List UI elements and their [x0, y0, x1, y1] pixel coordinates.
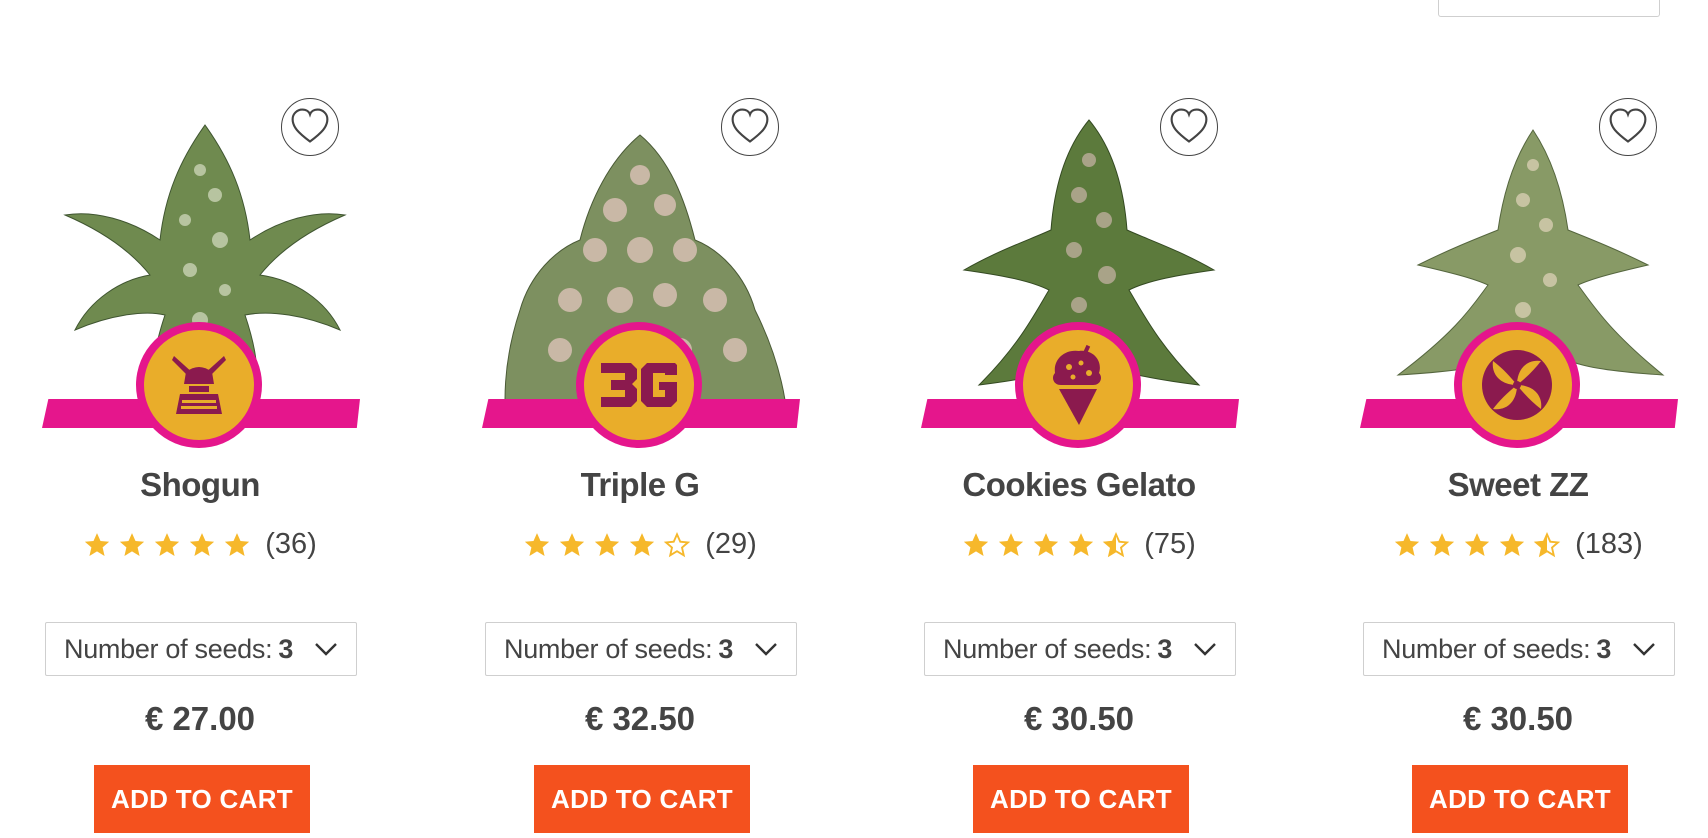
- 3g-text-icon: [601, 363, 677, 407]
- star-rating: [83, 531, 251, 559]
- seeds-label: Number of seeds:: [64, 633, 273, 664]
- star-full-icon: [190, 532, 215, 556]
- seeds-select[interactable]: Number of seeds: 3: [924, 622, 1236, 676]
- chevron-down-icon: [315, 643, 337, 656]
- product-price: € 32.50: [584, 700, 696, 737]
- product-rating: (29): [460, 528, 820, 561]
- review-count[interactable]: (75): [1144, 528, 1196, 561]
- product-price: € 27.00: [144, 700, 256, 737]
- product-rating: (36): [20, 528, 380, 561]
- review-count[interactable]: (29): [705, 528, 757, 561]
- star-half-icon: [1102, 531, 1130, 557]
- heart-icon[interactable]: [1599, 98, 1657, 156]
- seeds-label: Number of seeds:: [943, 633, 1152, 664]
- product-card: Shogun (36) Number of seeds: 3 € 27.00 A…: [20, 80, 380, 838]
- star-rating: [1393, 531, 1561, 559]
- star-full-icon: [155, 532, 180, 556]
- star-full-icon: [630, 532, 655, 556]
- star-full-icon: [1500, 532, 1525, 556]
- product-name[interactable]: Triple G: [460, 466, 820, 504]
- product-card: Sweet ZZ (183) Number of seeds: 3 € 30.5…: [1338, 80, 1698, 838]
- product-name[interactable]: Cookies Gelato: [899, 466, 1259, 504]
- add-to-cart-button[interactable]: ADD TO CART: [1412, 765, 1628, 833]
- seeds-select[interactable]: Number of seeds: 3: [1363, 622, 1675, 676]
- star-full-icon: [560, 532, 585, 556]
- product-name[interactable]: Sweet ZZ: [1338, 466, 1698, 504]
- product-price: € 30.50: [1462, 700, 1574, 737]
- star-half-icon: [1533, 531, 1561, 557]
- seeds-label: Number of seeds:: [1382, 633, 1591, 664]
- seeds-select[interactable]: Number of seeds: 3: [485, 622, 797, 676]
- product-price: € 30.50: [1023, 700, 1135, 737]
- chevron-down-icon: [1633, 643, 1655, 656]
- star-full-icon: [525, 532, 550, 556]
- seeds-value: 3: [1596, 633, 1612, 664]
- ice-cream-cone-icon: [1053, 344, 1101, 425]
- star-rating: [962, 531, 1130, 559]
- star-full-icon: [1069, 532, 1094, 556]
- product-rating: (75): [899, 528, 1259, 561]
- star-full-icon: [1034, 532, 1059, 556]
- strain-badge: [576, 322, 702, 448]
- swirl-candy-icon: [1482, 350, 1552, 420]
- star-full-icon: [1430, 532, 1455, 556]
- seeds-value: 3: [278, 633, 294, 664]
- star-full-icon: [595, 532, 620, 556]
- product-grid: Shogun (36) Number of seeds: 3 € 27.00 A…: [0, 0, 1708, 838]
- strain-badge: [1454, 322, 1580, 448]
- review-count[interactable]: (36): [265, 528, 317, 561]
- seeds-value: 3: [718, 633, 734, 664]
- add-to-cart-button[interactable]: ADD TO CART: [534, 765, 750, 833]
- chevron-down-icon: [1194, 643, 1216, 656]
- heart-icon[interactable]: [721, 98, 779, 156]
- star-full-icon: [225, 532, 250, 556]
- product-card: Triple G (29) Number of seeds: 3 € 32.50…: [460, 80, 820, 838]
- star-full-icon: [85, 532, 110, 556]
- star-full-icon: [1465, 532, 1490, 556]
- star-empty-icon: [663, 531, 691, 557]
- product-rating: (183): [1338, 528, 1698, 561]
- seeds-select[interactable]: Number of seeds: 3: [45, 622, 357, 676]
- chevron-down-icon: [755, 643, 777, 656]
- product-card: Cookies Gelato (75) Number of seeds: 3 €…: [899, 80, 1259, 838]
- heart-icon[interactable]: [281, 98, 339, 156]
- star-full-icon: [964, 532, 989, 556]
- star-full-icon: [1395, 532, 1420, 556]
- heart-icon[interactable]: [1160, 98, 1218, 156]
- star-rating: [523, 531, 691, 559]
- star-full-icon: [120, 532, 145, 556]
- add-to-cart-button[interactable]: ADD TO CART: [94, 765, 310, 833]
- strain-badge: [1015, 322, 1141, 448]
- review-count[interactable]: (183): [1575, 528, 1643, 561]
- star-full-icon: [999, 532, 1024, 556]
- strain-badge: [136, 322, 262, 448]
- samurai-armor-icon: [172, 356, 226, 414]
- seeds-label: Number of seeds:: [504, 633, 713, 664]
- seeds-value: 3: [1157, 633, 1173, 664]
- product-name[interactable]: Shogun: [20, 466, 380, 504]
- add-to-cart-button[interactable]: ADD TO CART: [973, 765, 1189, 833]
